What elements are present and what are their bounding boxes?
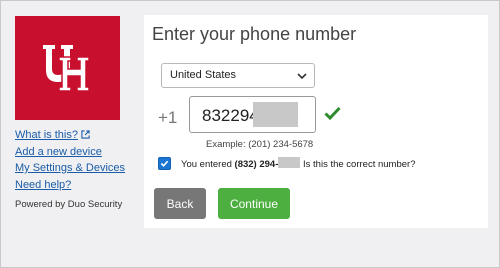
confirm-number-label: You entered (832) 294- Is this the corre…: [181, 157, 415, 170]
my-settings-devices-link[interactable]: My Settings & Devices: [15, 160, 125, 177]
add-new-device-link[interactable]: Add a new device: [15, 144, 125, 161]
valid-checkmark-icon: [324, 106, 341, 120]
page-frame: What is this? Add a new device My Settin…: [0, 0, 500, 268]
back-button[interactable]: Back: [154, 188, 206, 219]
redacted-number: [278, 157, 301, 168]
sidebar-links: What is this? Add a new device My Settin…: [15, 127, 125, 193]
need-help-link[interactable]: Need help?: [15, 177, 125, 194]
confirm-number-checkbox[interactable]: [158, 157, 171, 170]
continue-button[interactable]: Continue: [218, 188, 290, 219]
phone-number-value: 832294: [202, 106, 259, 125]
phone-number-input[interactable]: 832294: [189, 96, 316, 133]
university-logo: [15, 16, 120, 120]
external-link-icon: [81, 130, 90, 139]
checkbox-check-icon: [160, 160, 169, 167]
confirm-text-before: You entered: [181, 159, 235, 170]
phone-example-hint: Example: (201) 234-5678: [206, 139, 314, 150]
redacted-digits: [253, 102, 298, 127]
page-title: Enter your phone number: [152, 24, 357, 44]
country-select-value: United States: [170, 69, 237, 81]
main-panel: Enter your phone number United States +1…: [144, 15, 488, 228]
confirm-text-after: Is this the correct number?: [300, 159, 416, 170]
chevron-down-icon: [297, 73, 307, 80]
what-is-this-label: What is this?: [15, 129, 78, 141]
confirm-number: (832) 294-: [234, 159, 279, 170]
uh-logo-icon: [42, 45, 90, 92]
country-select[interactable]: United States: [161, 63, 315, 88]
powered-by-text: Powered by Duo Security: [15, 199, 123, 210]
what-is-this-link[interactable]: What is this?: [15, 127, 125, 144]
country-code-prefix: +1: [158, 108, 178, 127]
